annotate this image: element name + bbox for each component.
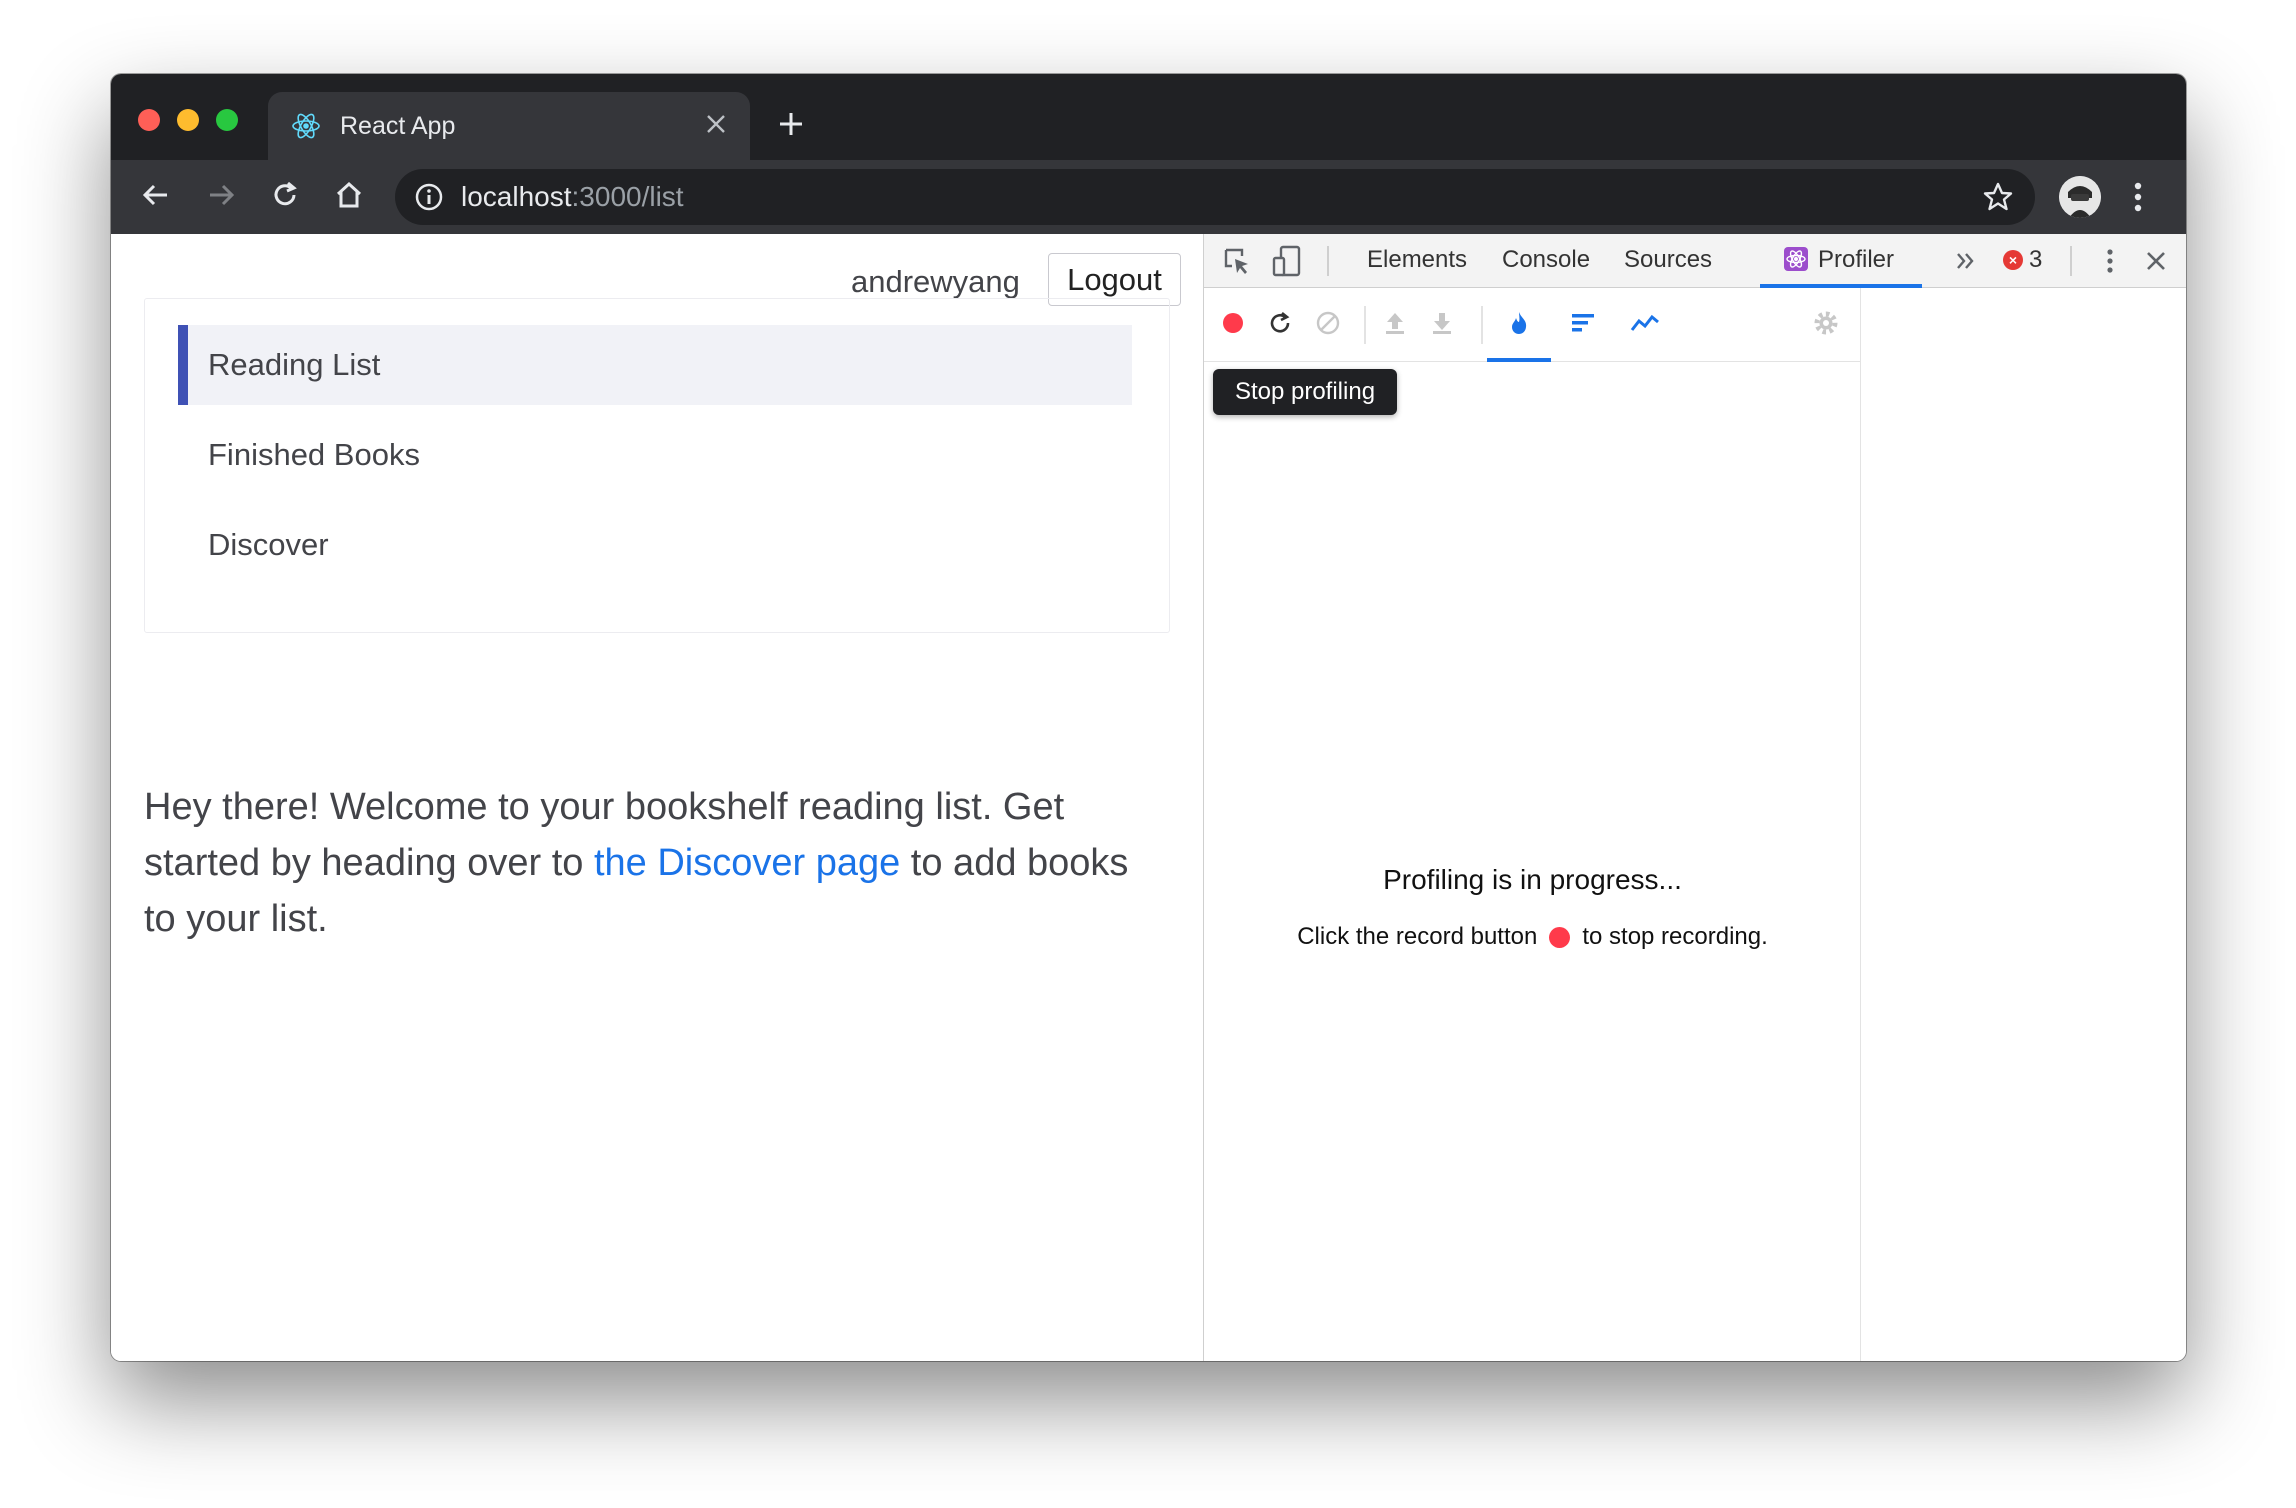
tab-title: React App — [340, 112, 456, 140]
record-button[interactable] — [1216, 308, 1250, 342]
info-icon[interactable] — [413, 181, 445, 213]
browser-toolbar: localhost:3000/list — [111, 160, 2186, 234]
ranked-icon — [1570, 310, 1596, 341]
forward-button[interactable] — [199, 175, 243, 219]
reload-icon — [270, 180, 300, 215]
reload-icon — [1267, 310, 1293, 341]
tab-profiler[interactable]: Profiler — [1784, 246, 1894, 278]
clear-profiling-button[interactable] — [1311, 308, 1345, 342]
profile-avatar[interactable] — [2059, 176, 2101, 218]
url-path: :3000/list — [571, 181, 684, 212]
nav-panel: Reading List Finished Books Discover — [144, 298, 1170, 633]
title-bar: React App — [111, 74, 2186, 160]
inspect-element-icon[interactable] — [1220, 244, 1254, 278]
record-dot-icon — [1549, 926, 1571, 948]
browser-tab[interactable]: React App — [268, 92, 750, 160]
reload-button[interactable] — [263, 175, 307, 219]
devtools-menu-icon[interactable] — [2093, 244, 2127, 278]
save-profile-button[interactable] — [1425, 308, 1459, 342]
nav-item-reading-list[interactable]: Reading List — [178, 325, 1132, 405]
tab-elements[interactable]: Elements — [1367, 246, 1467, 274]
tab-close-icon[interactable] — [698, 106, 734, 142]
gear-icon — [1812, 309, 1840, 342]
flamegraph-tab-indicator — [1487, 358, 1551, 362]
discover-link[interactable]: the Discover page — [594, 842, 900, 884]
profiling-status-subtitle: Click the record button to stop recordin… — [1204, 923, 1861, 951]
arrow-left-icon — [141, 180, 171, 215]
nav-item-discover[interactable]: Discover — [178, 505, 1132, 585]
status-text-before: Click the record button — [1297, 923, 1538, 950]
status-text-after: to stop recording. — [1582, 923, 1768, 950]
close-window-button[interactable] — [138, 109, 160, 131]
url-host: localhost — [461, 181, 572, 212]
nav-item-finished-books[interactable]: Finished Books — [178, 415, 1132, 495]
reload-and-profile-button[interactable] — [1263, 308, 1297, 342]
username: andrewyang — [851, 264, 1020, 299]
back-button[interactable] — [134, 175, 178, 219]
ranked-chart-tab[interactable] — [1566, 308, 1600, 342]
minimize-window-button[interactable] — [177, 109, 199, 131]
new-tab-button[interactable] — [771, 104, 811, 144]
url-text[interactable]: localhost:3000/list — [461, 181, 684, 213]
react-devtools-icon — [1784, 247, 1808, 278]
upload-icon — [1382, 310, 1408, 341]
close-devtools-icon[interactable] — [2139, 244, 2173, 278]
home-icon — [334, 180, 364, 215]
home-button[interactable] — [327, 175, 371, 219]
devtools-tab-bar: Elements Console Sources Profiler × 3 — [1204, 234, 2186, 288]
profiler-toolbar — [1204, 288, 1860, 362]
toolbar-divider — [1481, 306, 1483, 344]
profiler-settings-button[interactable] — [1809, 308, 1843, 342]
error-count: 3 — [2029, 246, 2043, 273]
toolbar-divider — [1364, 306, 1366, 344]
devtools-panel: Elements Console Sources Profiler × 3 St… — [1203, 234, 2186, 1361]
star-icon[interactable] — [1981, 180, 2015, 214]
record-icon — [1221, 311, 1245, 340]
profiler-pane: Stop profiling Profiling is in progress.… — [1204, 288, 1861, 1361]
toolbar-divider — [2070, 246, 2072, 276]
kebab-menu-icon[interactable] — [2123, 176, 2153, 218]
arrow-right-icon — [206, 180, 236, 215]
flamegraph-tab[interactable] — [1502, 308, 1536, 342]
profiling-status-title: Profiling is in progress... — [1383, 864, 1682, 895]
address-bar[interactable]: localhost:3000/list — [395, 169, 2035, 225]
tab-console[interactable]: Console — [1502, 246, 1590, 274]
interactions-tab[interactable] — [1628, 308, 1662, 342]
load-profile-button[interactable] — [1378, 308, 1412, 342]
toolbar-divider — [1327, 246, 1329, 276]
error-icon: × — [2003, 250, 2023, 270]
tooltip: Stop profiling — [1213, 369, 1397, 415]
browser-window: React App localhost:3000/list andrewyang… — [111, 74, 2186, 1361]
react-logo-icon — [290, 110, 322, 142]
tab-sources[interactable]: Sources — [1624, 246, 1712, 274]
more-tabs-icon[interactable] — [1949, 244, 1983, 278]
download-icon — [1429, 310, 1455, 341]
clear-icon — [1315, 310, 1341, 341]
maximize-window-button[interactable] — [216, 109, 238, 131]
device-toolbar-icon[interactable] — [1270, 244, 1304, 278]
app-page: andrewyang Logout Reading List Finished … — [111, 234, 1203, 1361]
error-counter[interactable]: × 3 — [2003, 246, 2042, 274]
interactions-icon — [1630, 310, 1660, 341]
welcome-message: Hey there! Welcome to your bookshelf rea… — [144, 779, 1164, 947]
flame-icon — [1506, 310, 1532, 341]
tab-profiler-label: Profiler — [1818, 246, 1895, 273]
